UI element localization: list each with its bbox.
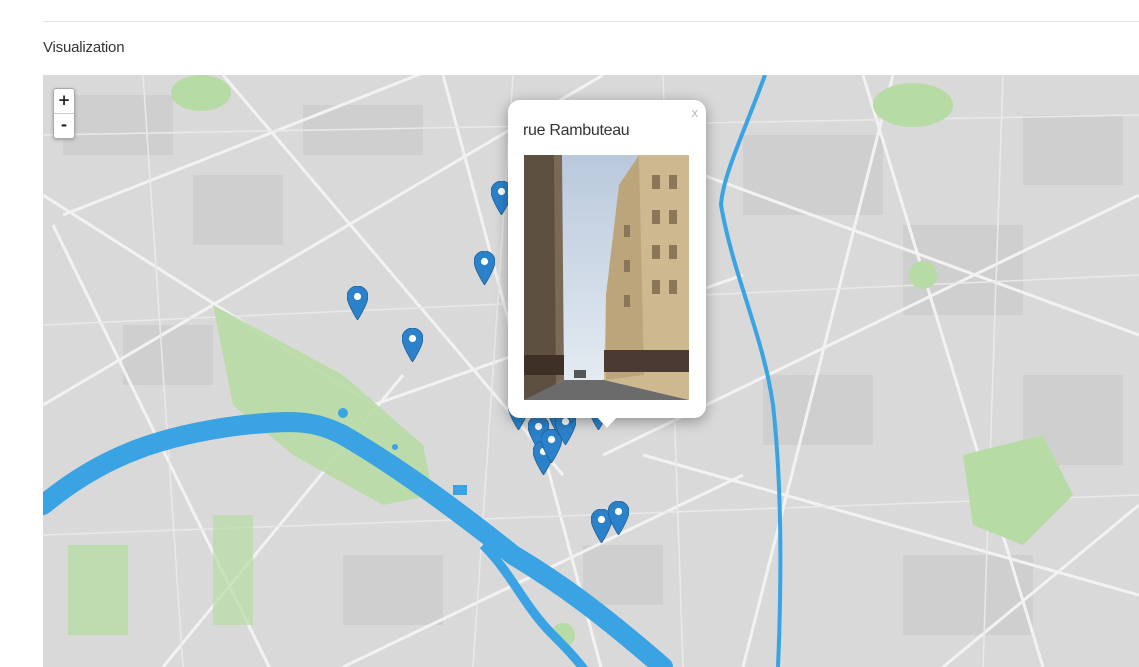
map-pin-icon [401,327,424,363]
section-title: Visualization [43,39,125,56]
map-pin-icon [607,500,630,536]
map-view[interactable]: + - x rue Rambuteau [43,75,1139,667]
zoom-control: + - [53,88,75,139]
map-pin-icon [346,285,369,321]
top-divider [43,21,1139,22]
info-popup: x rue Rambuteau [508,100,706,428]
zoom-out-button[interactable]: - [54,113,74,138]
popup-close-button[interactable]: x [692,105,699,120]
map-marker[interactable] [473,250,496,286]
map-pin-icon [473,250,496,286]
map-marker[interactable] [346,285,369,321]
popup-title: rue Rambuteau [523,122,630,139]
map-marker[interactable] [607,500,630,536]
popup-street-photo [524,155,689,400]
zoom-in-button[interactable]: + [54,89,74,113]
popup-tip [597,417,617,428]
map-marker[interactable] [401,327,424,363]
